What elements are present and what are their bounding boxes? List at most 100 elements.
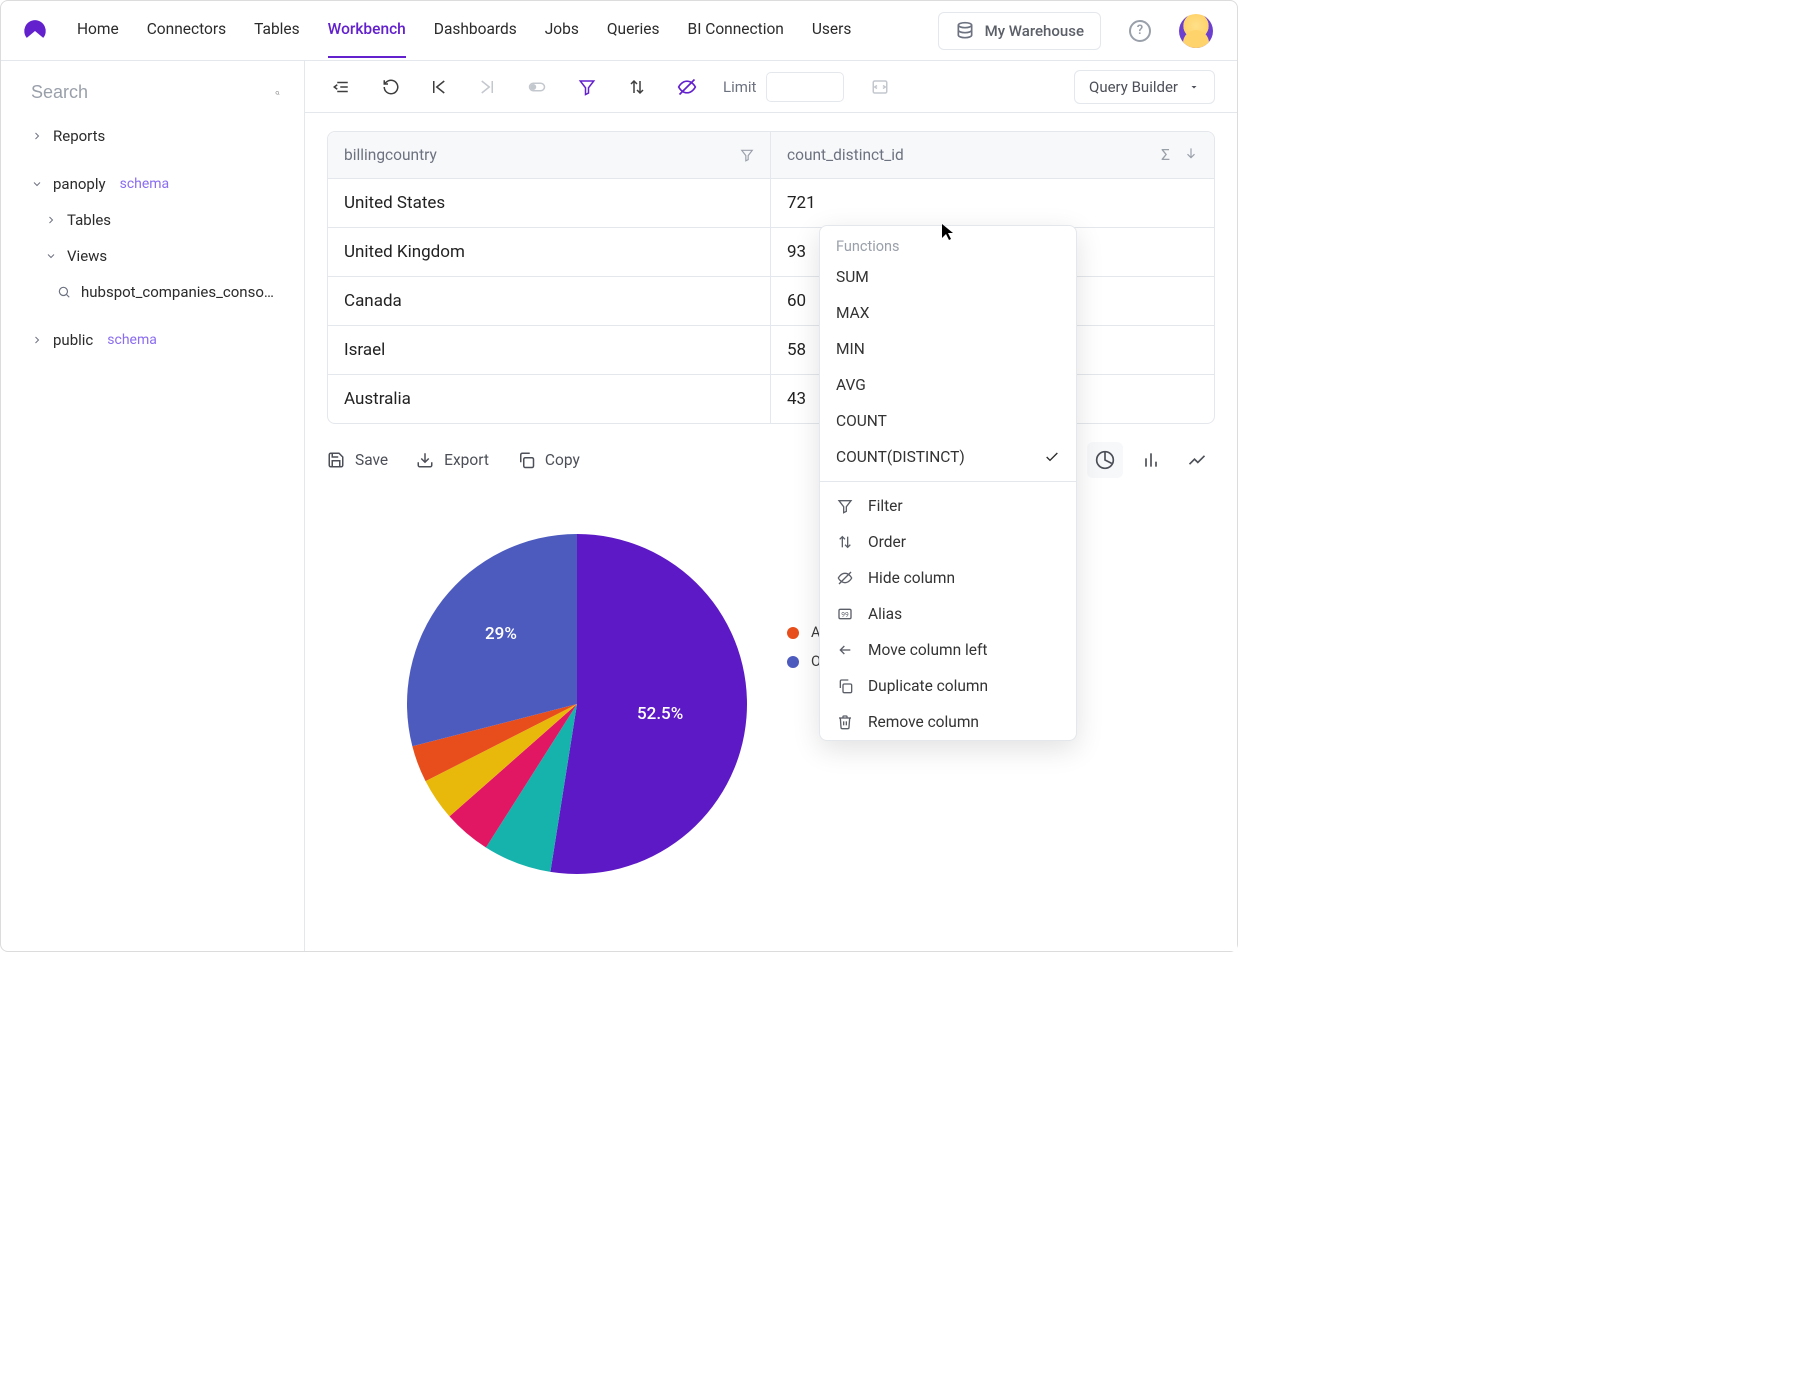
column-action-duplicate-column[interactable]: Duplicate column <box>820 668 1076 704</box>
tree-public[interactable]: public schema <box>1 322 304 358</box>
nav-connectors[interactable]: Connectors <box>147 3 226 59</box>
sql-icon[interactable] <box>866 73 894 101</box>
cell-country: Israel <box>328 326 771 374</box>
help-icon[interactable]: ? <box>1129 20 1151 42</box>
sidebar-search <box>1 75 304 118</box>
search-input[interactable] <box>29 81 265 104</box>
tree-views-label: Views <box>67 247 107 265</box>
cell-country: Canada <box>328 277 771 325</box>
pie-slice-united-states[interactable] <box>550 534 747 874</box>
column-sigma-icon[interactable]: Σ <box>1161 146 1170 164</box>
magnifier-icon <box>57 285 71 299</box>
database-icon <box>955 21 975 41</box>
nav-users[interactable]: Users <box>812 3 852 59</box>
sidebar: Reports panoply schema Tables Views hubs… <box>1 61 305 951</box>
schema-tag: schema <box>107 332 157 348</box>
copy-label: Copy <box>545 451 580 469</box>
query-builder-button[interactable]: Query Builder <box>1074 70 1215 104</box>
function-item-sum[interactable]: SUM <box>820 259 1076 295</box>
export-icon <box>416 451 434 469</box>
bar-icon <box>1141 450 1161 470</box>
column-action-hide-column[interactable]: Hide column <box>820 560 1076 596</box>
chevron-right-icon <box>31 130 43 142</box>
function-item-count[interactable]: COUNT <box>820 403 1076 439</box>
nav-tables[interactable]: Tables <box>254 3 300 59</box>
export-button[interactable]: Export <box>416 451 489 469</box>
table-row[interactable]: United States721 <box>328 179 1214 228</box>
tree-panoply[interactable]: panoply schema <box>1 166 304 202</box>
column-action-alias[interactable]: 99 Alias <box>820 596 1076 632</box>
tree-views[interactable]: Views <box>1 238 304 274</box>
cell-country: United Kingdom <box>328 228 771 276</box>
save-button[interactable]: Save <box>327 451 388 469</box>
warehouse-button[interactable]: My Warehouse <box>938 12 1101 50</box>
column-action-order[interactable]: Order <box>820 524 1076 560</box>
results-toolbar: Limit Query Builder <box>305 61 1237 113</box>
column-action-label: Remove column <box>868 713 979 731</box>
duplicate-column-icon <box>836 677 854 695</box>
brand-logo[interactable] <box>21 17 49 45</box>
outdent-icon[interactable] <box>327 73 355 101</box>
chart-type-toggles <box>1087 442 1215 478</box>
table-row[interactable]: United Kingdom93 <box>328 228 1214 277</box>
column-action-label: Alias <box>868 605 902 623</box>
copy-icon <box>517 451 535 469</box>
undo-icon[interactable] <box>377 73 405 101</box>
limit-input[interactable] <box>766 72 844 102</box>
save-label: Save <box>355 451 388 469</box>
chevron-down-icon <box>45 250 57 262</box>
function-label: AVG <box>836 376 866 394</box>
table-row[interactable]: Israel58 <box>328 326 1214 375</box>
filter-icon[interactable] <box>573 73 601 101</box>
nav-home[interactable]: Home <box>77 3 119 59</box>
legend-dot <box>787 656 799 668</box>
avatar[interactable] <box>1179 14 1213 48</box>
column-action-remove-column[interactable]: Remove column <box>820 704 1076 740</box>
column-filter-icon[interactable] <box>740 148 754 162</box>
forward-to-end-icon[interactable] <box>473 73 501 101</box>
tree-tables[interactable]: Tables <box>1 202 304 238</box>
column-sort-down-icon[interactable] <box>1184 146 1198 164</box>
pie-chart[interactable]: 52.5%29% <box>407 534 747 874</box>
tree-reports[interactable]: Reports <box>1 118 304 154</box>
chart-line-toggle[interactable] <box>1179 442 1215 478</box>
header-billingcountry[interactable]: billingcountry <box>328 132 771 178</box>
chart-bar-toggle[interactable] <box>1133 442 1169 478</box>
tree-tables-label: Tables <box>67 211 111 229</box>
chevron-down-icon <box>31 178 43 190</box>
function-label: MAX <box>836 304 870 322</box>
nav-dashboards[interactable]: Dashboards <box>434 3 517 59</box>
hide-icon[interactable] <box>673 73 701 101</box>
nav-queries[interactable]: Queries <box>607 3 660 59</box>
nav-workbench[interactable]: Workbench <box>328 3 406 59</box>
table-row[interactable]: Australia43 <box>328 375 1214 423</box>
tree-view-item-label: hubspot_companies_conso… <box>81 283 274 301</box>
function-item-count-distinct-[interactable]: COUNT(DISTINCT) <box>820 439 1076 475</box>
tree-view-item[interactable]: hubspot_companies_conso… <box>1 274 304 310</box>
limit-group: Limit <box>723 72 844 102</box>
schema-tree: Reports panoply schema Tables Views hubs… <box>1 118 304 358</box>
copy-button[interactable]: Copy <box>517 451 580 469</box>
column-action-label: Duplicate column <box>868 677 988 695</box>
alias-icon: 99 <box>836 605 854 623</box>
nav-jobs[interactable]: Jobs <box>545 3 579 59</box>
function-item-max[interactable]: MAX <box>820 295 1076 331</box>
function-item-min[interactable]: MIN <box>820 331 1076 367</box>
column-action-label: Hide column <box>868 569 955 587</box>
warehouse-label: My Warehouse <box>985 22 1084 40</box>
chevron-right-icon <box>31 334 43 346</box>
column-action-move-column-left[interactable]: Move column left <box>820 632 1076 668</box>
workbench-content: Limit Query Builder billingcountry <box>305 61 1237 951</box>
cell-country: Australia <box>328 375 771 423</box>
sort-icon[interactable] <box>623 73 651 101</box>
function-item-avg[interactable]: AVG <box>820 367 1076 403</box>
table-row[interactable]: Canada60 <box>328 277 1214 326</box>
search-icon[interactable] <box>275 83 280 103</box>
column-action-filter[interactable]: Filter <box>820 488 1076 524</box>
header-count-distinct-id[interactable]: count_distinct_id Σ <box>771 132 1214 178</box>
header-count-label: count_distinct_id <box>787 146 904 164</box>
toggle-icon[interactable] <box>523 73 551 101</box>
nav-bi-connection[interactable]: BI Connection <box>688 3 784 59</box>
chart-pie-toggle[interactable] <box>1087 442 1123 478</box>
back-to-start-icon[interactable] <box>425 73 453 101</box>
